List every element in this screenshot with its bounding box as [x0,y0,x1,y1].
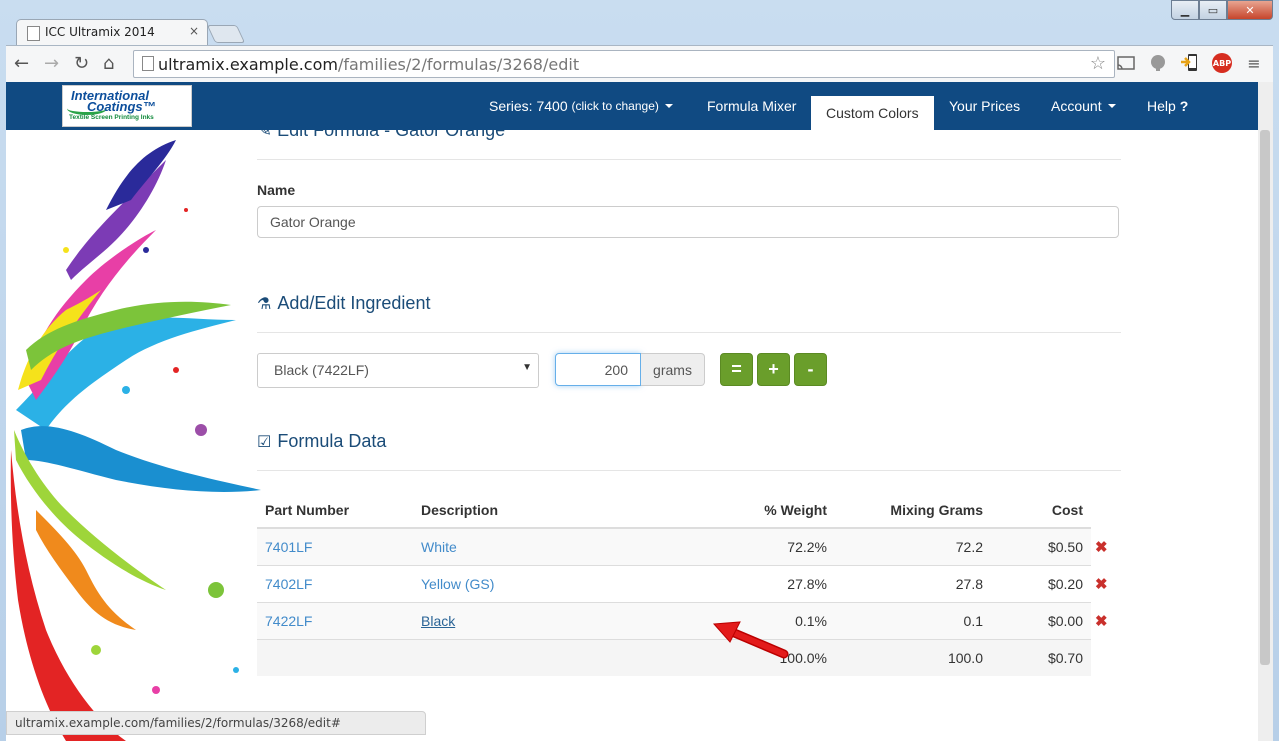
col-actions [1091,493,1121,528]
delete-icon[interactable]: ✖ [1091,602,1121,640]
url-text[interactable]: ultramix.example.com/families/2/formulas… [158,55,579,74]
ingredient-selected-value: Black (7422LF) [274,362,369,378]
col-mixing-grams: Mixing Grams [835,493,991,529]
browser-window: ICC Ultramix 2014 × ▁ ▭ ✕ ← → ↻ ⌂ ultram… [0,0,1279,741]
status-bar: ultramix.example.com/families/2/formulas… [6,711,426,735]
bookmark-star-icon[interactable]: ☆ [1090,53,1106,74]
add-edit-ingredient-title: Add/Edit Ingredient [277,293,431,313]
nav-account-dropdown[interactable]: Account [1036,82,1131,130]
adblock-icon[interactable]: ABP [1212,53,1232,73]
formula-data-title: Formula Data [277,431,387,451]
description-link[interactable]: Black [421,613,455,629]
close-tab-icon[interactable]: × [189,24,199,38]
grams-cell: 72.2 [835,527,991,566]
formula-data-heading: ☑ Formula Data [257,431,386,452]
phone-extension-icon[interactable] [1180,53,1200,73]
logo-tagline: Textile Screen Printing Inks [69,114,154,121]
col-cost: Cost [991,493,1091,529]
forward-icon[interactable]: → [44,53,59,74]
col-description: Description [413,493,669,529]
reload-icon[interactable]: ↻ [74,53,89,74]
cost-cell: $0.50 [991,527,1091,566]
quantity-input[interactable] [555,353,641,386]
account-label: Account [1051,98,1102,114]
dropdown-arrow-icon: ▼ [522,362,532,373]
delete-icon[interactable]: ✖ [1091,565,1121,603]
question-icon: ? [1179,98,1189,114]
address-bar[interactable]: ultramix.example.com/families/2/formulas… [133,50,1115,78]
url-path: /families/2/formulas/3268/edit [337,55,580,74]
weight-cell: 27.8% [669,565,835,603]
nav-your-prices[interactable]: Your Prices [934,82,1035,130]
page-icon [142,56,154,71]
cost-cell: $0.00 [991,602,1091,640]
divider [257,332,1121,333]
table-row: 7401LF White 72.2% 72.2 $0.50 ✖ [257,527,1121,566]
formula-table: Part Number Description % Weight Mixing … [257,493,1121,676]
home-icon[interactable]: ⌂ [103,53,114,74]
grams-cell: 0.1 [835,602,991,640]
minimize-button[interactable]: ▁ [1171,0,1199,20]
table-header-row: Part Number Description % Weight Mixing … [257,493,1121,529]
cast-icon[interactable] [1116,53,1136,73]
delete-icon[interactable]: ✖ [1091,528,1121,566]
set-quantity-button[interactable]: = [720,353,753,386]
chevron-down-icon [1107,104,1116,108]
url-domain: ultramix.example.com [158,55,338,74]
chevron-down-icon [664,104,673,108]
col-part-number: Part Number [257,493,413,529]
weight-cell: 72.2% [669,527,835,566]
series-hint: (click to change) [571,99,659,113]
logo-line2: Coatings™ [87,99,156,114]
description-link[interactable]: Yellow (GS) [421,576,494,592]
add-quantity-button[interactable]: + [757,353,790,386]
total-cost: $0.70 [991,639,1091,676]
scrollbar-thumb[interactable] [1260,130,1270,665]
description-link[interactable]: White [421,539,457,555]
maximize-button[interactable]: ▭ [1199,0,1227,20]
top-navbar: International Coatings™ Textile Screen P… [6,82,1258,130]
paint-splash-image [10,140,261,741]
scrollbar[interactable] [1258,82,1273,741]
tab-title: ICC Ultramix 2014 [45,25,155,39]
nav-help[interactable]: Help ? [1132,82,1203,130]
divider [257,159,1121,160]
series-dropdown[interactable]: Series: 7400 (click to change) [474,82,688,130]
back-icon[interactable]: ← [14,53,29,74]
page-icon [27,26,40,41]
name-input[interactable] [257,206,1119,238]
annotation-arrow-icon [712,621,789,659]
table-row: 7402LF Yellow (GS) 27.8% 27.8 $0.20 ✖ [257,565,1121,603]
nav-custom-colors[interactable]: Custom Colors [811,96,934,130]
totals-row: 100.0% 100.0 $0.70 [257,639,1121,676]
tab-strip: ICC Ultramix 2014 × ▁ ▭ ✕ [0,0,1279,46]
browser-tab[interactable]: ICC Ultramix 2014 × [16,19,208,46]
page-viewport: International Coatings™ Textile Screen P… [6,82,1258,741]
extension-icon[interactable] [1148,53,1168,73]
grams-cell: 27.8 [835,565,991,603]
add-edit-ingredient-heading: ⚗ Add/Edit Ingredient [257,293,430,314]
total-grams: 100.0 [835,639,991,676]
table-row: 7422LF Black 0.1% 0.1 $0.00 ✖ [257,602,1121,640]
col-weight: % Weight [669,493,835,529]
cost-cell: $0.20 [991,565,1091,603]
new-tab-button[interactable] [206,25,246,43]
ingredient-select[interactable]: Black (7422LF) ▼ [257,353,539,388]
nav-formula-mixer[interactable]: Formula Mixer [692,82,811,130]
divider [257,470,1121,471]
subtract-quantity-button[interactable]: - [794,353,827,386]
unit-addon: grams [641,353,705,386]
browser-toolbar: ← → ↻ ⌂ ultramix.example.com/families/2/… [6,45,1273,82]
company-logo[interactable]: International Coatings™ Textile Screen P… [62,85,192,127]
help-label: Help [1147,98,1176,114]
menu-icon[interactable]: ≡ [1244,53,1264,73]
window-controls: ▁ ▭ ✕ [1171,0,1273,20]
close-window-button[interactable]: ✕ [1227,0,1273,20]
series-label: Series: 7400 [489,98,568,114]
